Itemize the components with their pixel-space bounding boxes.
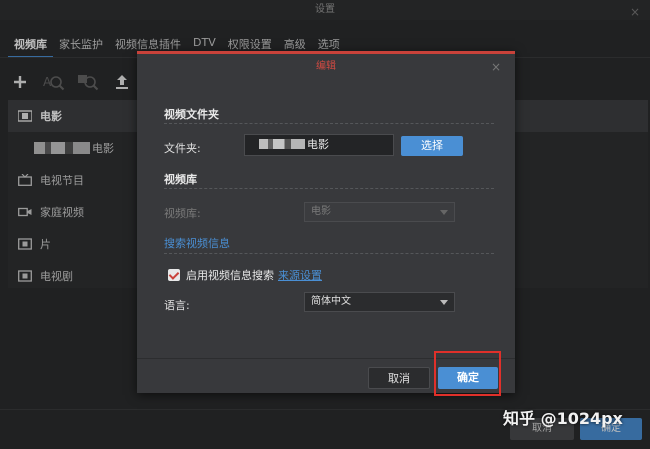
library-section-title: 视频库 [164, 173, 197, 186]
library-select-value: 电影 [311, 206, 331, 217]
enable-search-checkbox[interactable] [168, 269, 180, 281]
section-divider [164, 188, 494, 189]
folder-path-value: 电影 [307, 138, 329, 151]
language-select[interactable]: 简体中文 [304, 292, 455, 312]
folder-section-title: 视频文件夹 [164, 108, 219, 121]
enable-search-label: 启用视频信息搜索 [186, 269, 274, 282]
section-divider [164, 123, 494, 124]
watermark: 知乎 @1024px [503, 409, 623, 428]
cancel-button[interactable]: 取消 [368, 367, 430, 389]
folder-label: 文件夹: [164, 142, 201, 155]
enable-search-row: 启用视频信息搜索 来源设置 [168, 267, 322, 283]
search-section-title: 搜索视频信息 [164, 237, 230, 250]
language-label: 语言: [164, 299, 190, 312]
edit-dialog: 编辑 × 视频文件夹 文件夹: 电影 选择 视频库 视频库: 电影 搜索视频信息… [137, 51, 515, 393]
highlight-box [434, 351, 501, 396]
source-settings-link[interactable]: 来源设置 [278, 267, 322, 283]
library-select: 电影 [304, 202, 455, 222]
folder-path-field[interactable]: 电影 [244, 134, 394, 156]
library-label: 视频库: [164, 207, 201, 220]
chevron-down-icon [440, 210, 448, 215]
dialog-title: 编辑 [316, 61, 336, 72]
chevron-down-icon [440, 300, 448, 305]
section-divider [164, 253, 494, 254]
blurred-path [259, 139, 305, 149]
choose-folder-button[interactable]: 选择 [401, 136, 463, 156]
close-icon[interactable]: × [491, 60, 501, 74]
language-select-value: 简体中文 [311, 296, 351, 307]
